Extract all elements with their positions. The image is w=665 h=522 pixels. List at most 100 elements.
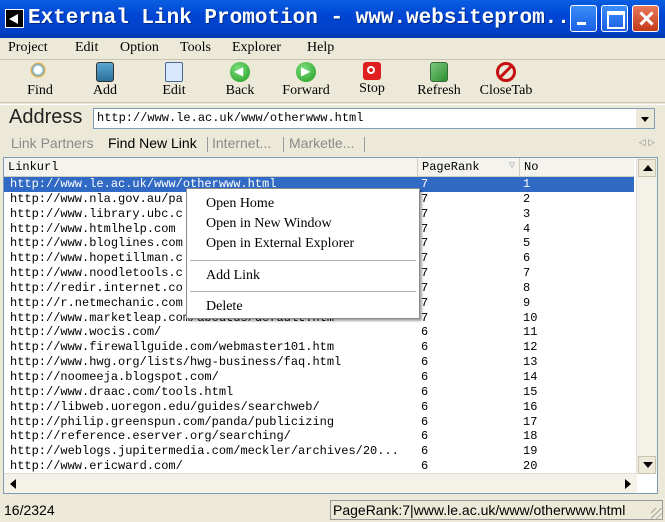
title-bar[interactable]: External Link Promotion - www.websitepro… [0,0,665,38]
edit-button[interactable]: Edit [154,62,194,102]
scroll-left-icon[interactable] [5,475,23,492]
scroll-right-icon[interactable] [618,475,636,492]
table-row[interactable]: http://www.draac.com/tools.html 6 15 [4,385,634,400]
table-row[interactable]: http://www.hwg.org/lists/hwg-business/fa… [4,355,634,370]
tab-link-partners[interactable]: Link Partners [11,135,93,151]
forward-label: Forward [282,83,330,98]
stop-button[interactable]: Stop [354,62,390,102]
status-detail: PageRank:7|www.le.ac.uk/www/otherwww.htm… [330,500,663,520]
status-count: 16/2324 [4,502,55,518]
column-pagerank-label: PageRank [422,160,480,174]
cell-no: 6 [523,251,531,266]
cell-linkurl: http://reference.eserver.org/searching/ [10,429,291,444]
address-input[interactable]: http://www.le.ac.uk/www/otherwww.html [93,108,655,129]
ctx-open-new-window[interactable]: Open in New Window [206,216,332,232]
table-row[interactable]: http://www.wocis.com/6 11 [4,325,634,340]
cell-pagerank: 7 [421,251,429,266]
cell-linkurl: http://www.hwg.org/lists/hwg-business/fa… [10,355,342,370]
menu-help[interactable]: Help [307,40,334,56]
scroll-down-icon[interactable] [638,456,656,474]
closetab-button[interactable]: CloseTab [474,62,538,102]
back-label: Back [225,83,255,98]
address-bar: Address http://www.le.ac.uk/www/otherwww… [0,104,665,131]
table-row[interactable]: http://weblogs.jupitermedia.com/meckler/… [4,444,634,459]
cell-pagerank: 6 [421,444,429,459]
cell-pagerank: 6 [421,399,429,414]
cell-pagerank: 7 [421,206,429,221]
add-page-icon [96,62,114,82]
ctx-add-link[interactable]: Add Link [206,268,260,284]
scroll-up-icon[interactable] [638,159,656,177]
table-row[interactable]: http://philip.greenspun.com/panda/public… [4,415,634,430]
menu-option[interactable]: Option [120,40,159,56]
chevron-down-icon[interactable] [636,109,654,128]
find-label: Find [27,83,53,98]
menu-project[interactable]: Project [8,40,48,56]
table-row[interactable]: http://noomeeja.blogspot.com/6 14 [4,370,634,385]
column-pagerank[interactable]: PageRank ▽ [418,158,520,176]
app-icon[interactable] [5,9,24,28]
cell-linkurl: http://weblogs.jupitermedia.com/meckler/… [10,444,399,459]
horizontal-scroll-thumb[interactable] [26,476,616,491]
cell-pagerank: 7 [421,236,429,251]
cell-pagerank: 6 [421,355,429,370]
cell-pagerank: 6 [421,340,429,355]
cell-linkurl: http://libweb.uoregon.edu/guides/searchw… [10,399,320,414]
table-row[interactable]: http://www.firewallguide.com/webmaster10… [4,340,634,355]
horizontal-scrollbar[interactable] [4,473,637,493]
cell-no: 12 [523,340,538,355]
close-button[interactable] [632,5,659,32]
table-row[interactable]: http://libweb.uoregon.edu/guides/searchw… [4,400,634,415]
cell-no: 5 [523,236,531,251]
cell-no: 9 [523,295,531,310]
add-button[interactable]: Add [85,62,125,102]
context-menu: Open Home Open in New Window Open in Ext… [186,188,420,319]
cell-no: 18 [523,429,538,444]
menu-edit[interactable]: Edit [75,40,98,56]
back-arrow-icon [230,62,250,82]
cell-no: 17 [523,414,538,429]
forward-button[interactable]: Forward [278,62,334,102]
menu-explorer[interactable]: Explorer [232,40,281,56]
magnifier-icon [30,62,50,82]
table-row[interactable]: http://reference.eserver.org/searching/6… [4,429,634,444]
minimize-button[interactable] [570,5,597,32]
ctx-delete[interactable]: Delete [206,299,243,315]
cell-pagerank: 7 [421,191,429,206]
cell-no: 1 [523,177,531,191]
cell-no: 20 [523,459,538,474]
table-row[interactable]: http://www.ericward.com/6 20 [4,459,634,474]
address-label: Address [9,106,83,128]
cell-no: 15 [523,384,538,399]
cell-pagerank: 6 [421,414,429,429]
find-button[interactable]: Find [20,62,60,102]
refresh-label: Refresh [417,83,461,98]
cell-no: 11 [523,325,538,340]
tab-marketle[interactable]: Marketle... [289,135,354,151]
ctx-open-external-explorer[interactable]: Open in External Explorer [206,236,354,252]
column-linkurl[interactable]: Linkurl [4,158,418,176]
vertical-scrollbar[interactable] [636,158,657,474]
resize-grip-icon[interactable] [651,508,663,520]
cell-no: 8 [523,280,531,295]
close-tab-icon [496,62,516,82]
tab-internet[interactable]: Internet... [212,135,271,151]
ctx-open-home[interactable]: Open Home [206,196,274,212]
refresh-icon [430,62,448,82]
add-label: Add [92,83,118,98]
refresh-button[interactable]: Refresh [411,62,467,102]
maximize-button[interactable] [601,5,628,32]
tab-separator [283,137,284,152]
cell-pagerank: 6 [421,459,429,474]
tab-find-new-link[interactable]: Find New Link [108,135,197,151]
forward-arrow-icon [296,62,316,82]
cell-pagerank: 6 [421,384,429,399]
cell-linkurl: http://www.ericward.com/ [10,459,183,474]
column-no[interactable]: No [520,158,634,176]
cell-no: 19 [523,444,538,459]
back-button[interactable]: Back [220,62,260,102]
menu-tools[interactable]: Tools [180,40,211,56]
cell-pagerank: 6 [421,429,429,444]
status-bar: 16/2324 PageRank:7|www.le.ac.uk/www/othe… [0,498,665,522]
tab-scroll-arrows-icon[interactable]: ◁ ▷ [639,137,655,148]
